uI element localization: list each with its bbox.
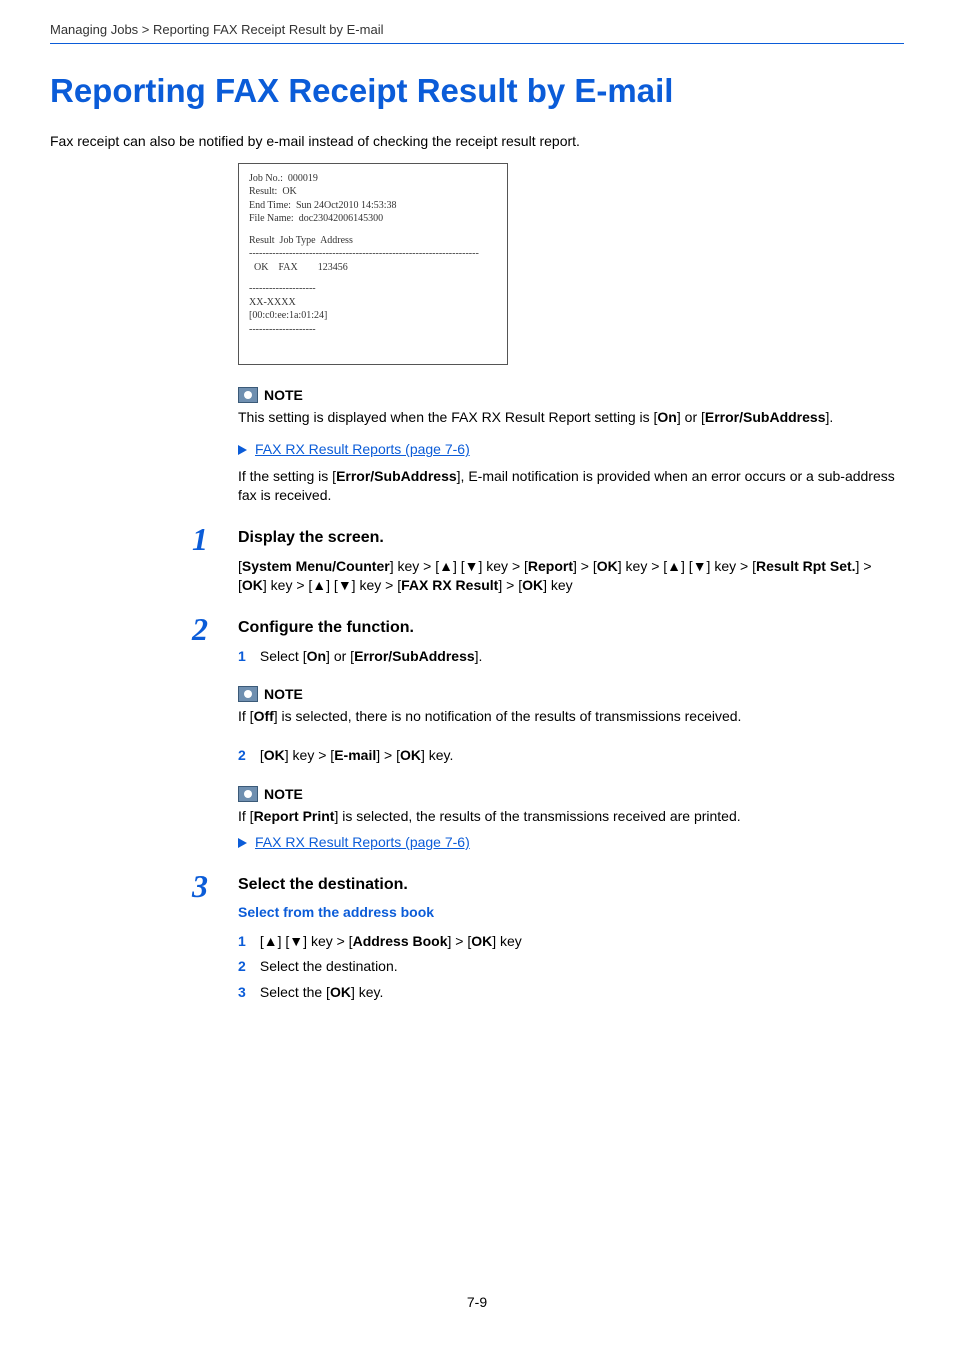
note1-text: This setting is displayed when the FAX R… bbox=[238, 408, 904, 427]
note-header: NOTE bbox=[238, 786, 303, 802]
step2-note-text: If [Off] is selected, there is no notifi… bbox=[238, 707, 904, 726]
step-1-body: [System Menu/Counter] key > [▲] [▼] key … bbox=[238, 557, 904, 595]
step-3-title: Select the destination. bbox=[238, 876, 904, 894]
sample-line: End Time: Sun 24Oct2010 14:53:38 bbox=[249, 199, 497, 213]
step2-note2-text: If [Report Print] is selected, the resul… bbox=[238, 807, 904, 826]
substep-number: 2 bbox=[238, 746, 256, 766]
page-title: Reporting FAX Receipt Result by E-mail bbox=[50, 72, 904, 110]
sample-line: -------------------- bbox=[249, 282, 497, 296]
email-sample-box: Job No.: 000019 Result: OK End Time: Sun… bbox=[238, 163, 508, 366]
step-2: 2 Configure the function. 1 Select [On] … bbox=[238, 619, 904, 852]
step-number-3: 3 bbox=[192, 868, 208, 905]
step3-sub2: 2 Select the destination. bbox=[238, 957, 904, 977]
sample-line: ----------------------------------------… bbox=[249, 247, 497, 261]
link-row: FAX RX Result Reports (page 7-6) bbox=[238, 441, 904, 459]
arrow-icon bbox=[238, 445, 247, 455]
link-row: FAX RX Result Reports (page 7-6) bbox=[238, 834, 904, 852]
step3-sub1: 1 [▲] [▼] key > [Address Book] > [OK] ke… bbox=[238, 932, 904, 952]
note-header: NOTE bbox=[238, 387, 303, 403]
page-number: 7-9 bbox=[0, 1294, 954, 1310]
sample-line: XX-XXXX bbox=[249, 296, 497, 310]
sample-line: -------------------- bbox=[249, 323, 497, 337]
step2-sub2: 2 [OK] key > [E-mail] > [OK] key. bbox=[238, 746, 904, 766]
fax-rx-report-link[interactable]: FAX RX Result Reports (page 7-6) bbox=[255, 441, 470, 457]
note-label-text: NOTE bbox=[264, 387, 303, 403]
intro-text: Fax receipt can also be notified by e-ma… bbox=[50, 132, 904, 151]
sample-line: OK FAX 123456 bbox=[249, 261, 497, 275]
step-1-title: Display the screen. bbox=[238, 529, 904, 547]
sample-line: [00:c0:ee:1a:01:24] bbox=[249, 309, 497, 323]
step-2-title: Configure the function. bbox=[238, 619, 904, 637]
arrow-icon bbox=[238, 838, 247, 848]
step3-sub3: 3 Select the [OK] key. bbox=[238, 983, 904, 1003]
substep-number: 1 bbox=[238, 932, 256, 952]
note-icon bbox=[238, 686, 258, 702]
substep-number: 2 bbox=[238, 957, 256, 977]
fax-rx-report-link-2[interactable]: FAX RX Result Reports (page 7-6) bbox=[255, 834, 470, 850]
sample-line: Job No.: 000019 bbox=[249, 172, 497, 186]
substep-number: 1 bbox=[238, 647, 256, 667]
step3-subheading: Select from the address book bbox=[238, 904, 904, 920]
sample-line: File Name: doc23042006145300 bbox=[249, 212, 497, 226]
note1-text2: If the setting is [Error/SubAddress], E-… bbox=[238, 467, 904, 505]
substep-number: 3 bbox=[238, 983, 256, 1003]
note-icon bbox=[238, 786, 258, 802]
step-number-1: 1 bbox=[192, 521, 208, 558]
header-rule bbox=[50, 43, 904, 44]
note-label-text: NOTE bbox=[264, 786, 303, 802]
step2-sub1: 1 Select [On] or [Error/SubAddress]. bbox=[238, 647, 904, 667]
note-header: NOTE bbox=[238, 686, 303, 702]
breadcrumb: Managing Jobs > Reporting FAX Receipt Re… bbox=[50, 22, 904, 43]
note-label-text: NOTE bbox=[264, 686, 303, 702]
sample-line: Result Job Type Address bbox=[249, 234, 497, 248]
step-1: 1 Display the screen. [System Menu/Count… bbox=[238, 529, 904, 595]
note-icon bbox=[238, 387, 258, 403]
step-3: 3 Select the destination. Select from th… bbox=[238, 876, 904, 1003]
step-number-2: 2 bbox=[192, 611, 208, 648]
sample-line: Result: OK bbox=[249, 185, 497, 199]
